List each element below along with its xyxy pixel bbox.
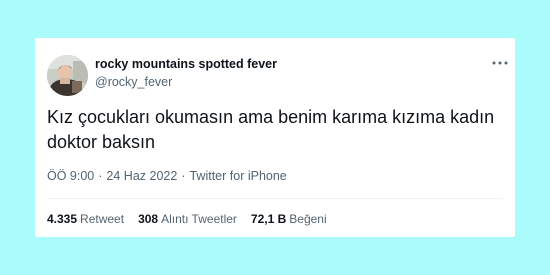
meta-separator: · [181, 169, 186, 183]
ellipsis-icon [492, 61, 508, 65]
avatar[interactable] [47, 55, 88, 96]
retweet-stat[interactable]: 4.335 Retweet [47, 212, 124, 226]
divider [47, 198, 503, 199]
like-count: 72,1 B [250, 212, 287, 226]
engagement-stats: 4.335 Retweet 308 Alıntı Tweetler 72,1 B Be… [47, 212, 341, 226]
retweet-label: Retweet [80, 212, 125, 226]
tweet-date[interactable]: 24 Haz 2022 [106, 169, 177, 183]
avatar-image [47, 55, 88, 96]
tweet-card: rocky mountains spotted fever @rocky_fev… [35, 38, 515, 237]
like-stat[interactable]: 72,1 B Beğeni [251, 212, 327, 226]
tweet-text: Kız çocukları okumasın ama benim karıma … [47, 107, 495, 152]
tweet-source[interactable]: Twitter for iPhone [189, 169, 286, 183]
like-label: Beğeni [289, 212, 327, 226]
more-options-button[interactable] [489, 54, 511, 72]
user-handle[interactable]: @rocky_fever [95, 75, 172, 89]
quote-tweet-count: 308 [138, 212, 159, 226]
tweet-time[interactable]: ÖÖ 9:00 [47, 169, 94, 183]
quote-tweet-label: Alıntı Tweetler [161, 212, 237, 226]
quote-tweet-stat[interactable]: 308 Alıntı Tweetler [138, 212, 237, 226]
retweet-count: 4.335 [47, 212, 78, 226]
tweet-metadata: ÖÖ 9:00 · 24 Haz 2022 · Twitter for iPhone [47, 169, 287, 183]
meta-separator: · [98, 169, 103, 183]
display-name[interactable]: rocky mountains spotted fever [95, 57, 277, 71]
